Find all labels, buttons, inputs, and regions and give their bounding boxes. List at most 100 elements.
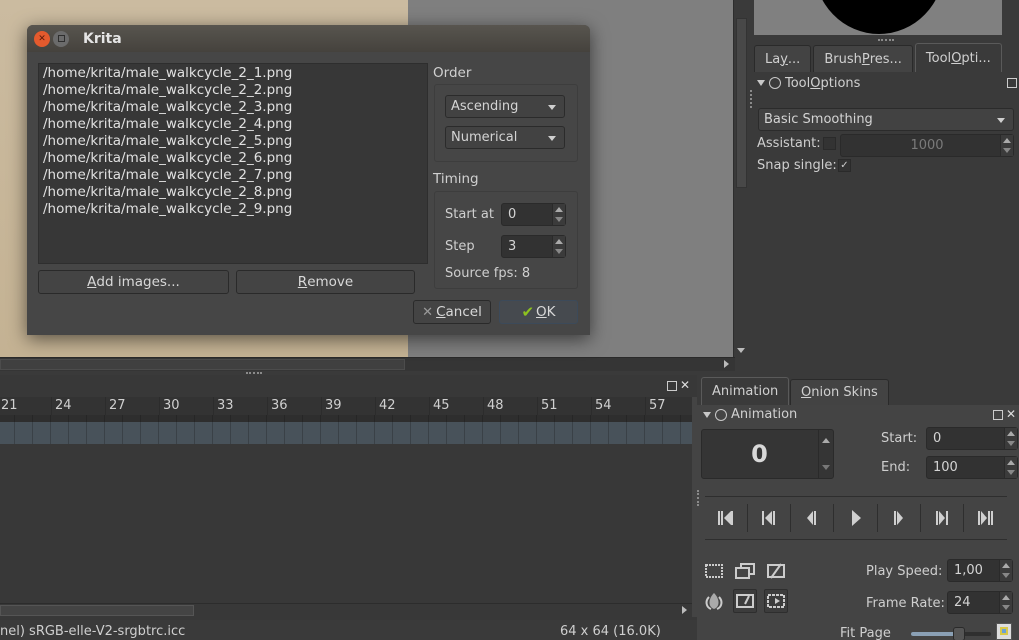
file-list-item[interactable]: /home/krita/male_walkcycle_2_7.png bbox=[43, 167, 423, 184]
right-docker: La y... Brush Pres... Tool Opti... Tool O… bbox=[748, 0, 1019, 375]
cancel-button[interactable]: ✕ Cancel bbox=[413, 300, 491, 324]
file-list-item[interactable]: /home/krita/male_walkcycle_2_4.png bbox=[43, 116, 423, 133]
animation-panel-header[interactable]: Animation bbox=[703, 407, 797, 422]
frame-cell-divider bbox=[644, 415, 645, 422]
frame-cell-divider bbox=[518, 422, 519, 444]
onion-skins-icon[interactable] bbox=[702, 589, 726, 613]
canvas-horizontal-scrollbar[interactable] bbox=[0, 357, 735, 371]
next-keyframe-button[interactable] bbox=[921, 504, 964, 532]
last-frame-button[interactable] bbox=[964, 504, 1007, 532]
dialog-titlebar[interactable]: ✕ Krita bbox=[27, 25, 590, 52]
scroll-right-arrow-icon[interactable] bbox=[682, 606, 687, 614]
pixel-grid-toggle-icon[interactable] bbox=[996, 623, 1012, 640]
step-spinbox[interactable]: 3 bbox=[501, 235, 566, 258]
ok-button[interactable]: ✔ O K bbox=[499, 300, 578, 324]
smoothing-select[interactable]: Basic Smoothing bbox=[758, 108, 1014, 131]
file-list-item[interactable]: /home/krita/male_walkcycle_2_1.png bbox=[43, 65, 423, 82]
start-at-spinbox[interactable]: 0 bbox=[501, 203, 566, 226]
assistant-magnetism-spinbox[interactable]: 1000 bbox=[840, 134, 1014, 157]
frame-rate-spinbox[interactable]: 24 bbox=[947, 591, 1013, 614]
scroll-down-arrow-icon[interactable] bbox=[737, 348, 745, 353]
ruler-tick bbox=[537, 397, 538, 415]
frame-cell-divider bbox=[284, 415, 285, 422]
order-direction-select[interactable]: Ascending bbox=[445, 95, 565, 118]
play-speed-spinbox[interactable]: 1,00 bbox=[947, 559, 1013, 582]
frame-cell-divider bbox=[320, 422, 321, 444]
file-list-item[interactable]: /home/krita/male_walkcycle_2_6.png bbox=[43, 150, 423, 167]
maximize-window-button[interactable] bbox=[53, 30, 69, 47]
duplicate-frame-icon[interactable] bbox=[733, 559, 757, 583]
zoom-slider[interactable] bbox=[911, 627, 991, 640]
order-mode-select[interactable]: Numerical bbox=[445, 126, 565, 149]
close-window-button[interactable]: ✕ bbox=[34, 30, 50, 47]
scrollbar-thumb[interactable] bbox=[0, 605, 194, 616]
add-images-button[interactable]: Add images... bbox=[38, 270, 229, 294]
snap-single-checkbox[interactable]: ✓ bbox=[838, 159, 851, 172]
chevron-down-icon bbox=[548, 105, 556, 110]
frame-number-label: 21 bbox=[1, 398, 18, 413]
tab-animation[interactable]: Animation bbox=[701, 377, 790, 405]
frame-cell-divider bbox=[500, 422, 501, 444]
float-docker-icon[interactable] bbox=[667, 381, 677, 391]
timeline-layer-row[interactable] bbox=[0, 422, 692, 444]
delete-frame-icon[interactable] bbox=[764, 559, 788, 583]
close-icon[interactable]: ✕ bbox=[680, 378, 690, 392]
docker-drag-handle[interactable] bbox=[750, 90, 752, 108]
frame-cell-divider bbox=[212, 415, 213, 422]
file-list-item[interactable]: /home/krita/male_walkcycle_2_3.png bbox=[43, 99, 423, 116]
previous-keyframe-icon bbox=[762, 511, 776, 525]
play-button[interactable] bbox=[834, 504, 878, 532]
docker-splitter-handle[interactable] bbox=[878, 39, 894, 41]
timeline-ruler[interactable]: 21 24 27 30 33 36 39 42 45 48 51 54 57 bbox=[0, 397, 700, 415]
collapse-triangle-icon[interactable] bbox=[703, 411, 711, 418]
frame-cell-divider bbox=[140, 415, 141, 422]
assistant-checkbox[interactable] bbox=[823, 137, 836, 150]
previous-keyframe-button[interactable] bbox=[748, 504, 792, 532]
tab-tool-options[interactable]: Tool Opti... bbox=[914, 43, 1002, 72]
add-blank-frame-icon[interactable] bbox=[702, 559, 726, 583]
auto-key-mode-icon[interactable] bbox=[733, 589, 757, 613]
frame-cell-divider bbox=[644, 422, 645, 444]
end-frame-spinbox[interactable]: 100 bbox=[926, 456, 1018, 479]
next-frame-button[interactable] bbox=[878, 504, 921, 532]
zoom-slider-knob[interactable] bbox=[953, 627, 965, 640]
frame-cell-divider bbox=[302, 415, 303, 422]
file-list-item[interactable]: /home/krita/male_walkcycle_2_5.png bbox=[43, 133, 423, 150]
tool-options-header[interactable]: Tool Options bbox=[757, 74, 1019, 92]
scrollbar-thumb[interactable] bbox=[0, 359, 405, 370]
file-list-item[interactable]: /home/krita/male_walkcycle_2_9.png bbox=[43, 201, 423, 218]
play-speed-label: Play Speed: bbox=[866, 564, 943, 579]
frame-cell-divider bbox=[338, 415, 339, 422]
docker-drag-handle[interactable] bbox=[697, 490, 699, 506]
frame-number-label: 27 bbox=[109, 398, 126, 413]
remove-button[interactable]: Remove bbox=[236, 270, 415, 294]
splitter-handle[interactable] bbox=[246, 372, 262, 374]
scroll-right-arrow-icon[interactable] bbox=[724, 360, 729, 368]
current-frame-spinbox[interactable]: 0 bbox=[701, 429, 834, 479]
drop-frames-icon[interactable] bbox=[764, 589, 788, 613]
close-icon[interactable]: ✕ bbox=[1006, 407, 1016, 421]
file-list[interactable]: /home/krita/male_walkcycle_2_1.png/home/… bbox=[38, 63, 428, 264]
previous-frame-button[interactable] bbox=[791, 504, 835, 532]
scrollbar-thumb[interactable] bbox=[736, 18, 747, 188]
float-docker-icon[interactable] bbox=[993, 410, 1003, 420]
lock-icon[interactable] bbox=[769, 77, 781, 89]
first-frame-button[interactable] bbox=[705, 504, 749, 532]
frame-cell-divider bbox=[284, 422, 285, 444]
lock-icon[interactable] bbox=[715, 408, 727, 421]
tab-onion-skins[interactable]: Onion Skins bbox=[790, 379, 889, 405]
frame-cell-divider bbox=[464, 422, 465, 444]
file-list-item[interactable]: /home/krita/male_walkcycle_2_8.png bbox=[43, 184, 423, 201]
float-docker-icon[interactable] bbox=[1007, 78, 1017, 88]
frame-cell-divider bbox=[680, 415, 681, 422]
timeline-horizontal-scrollbar[interactable] bbox=[0, 603, 692, 617]
tab-layers[interactable]: La y... bbox=[754, 45, 812, 72]
tab-brush-presets[interactable]: Brush Pres... bbox=[813, 45, 913, 72]
frame-cell-divider bbox=[122, 415, 123, 422]
cancel-x-icon: ✕ bbox=[422, 304, 434, 320]
canvas-vertical-scrollbar[interactable] bbox=[733, 0, 748, 357]
start-frame-spinbox[interactable]: 0 bbox=[926, 427, 1018, 450]
file-list-item[interactable]: /home/krita/male_walkcycle_2_2.png bbox=[43, 82, 423, 99]
transport-controls bbox=[705, 496, 1007, 540]
collapse-triangle-icon[interactable] bbox=[757, 80, 765, 86]
